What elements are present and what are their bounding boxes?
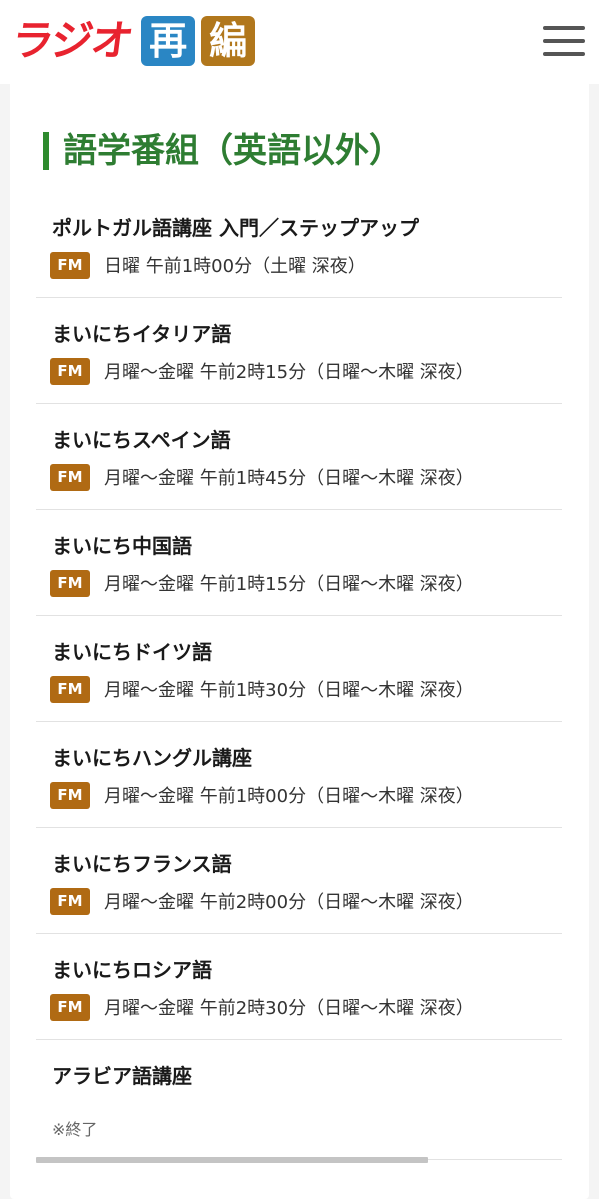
program-name[interactable]: まいにちフランス語 [52,848,232,880]
program-name[interactable]: まいにちドイツ語 [52,636,212,668]
hamburger-menu-icon[interactable] [543,24,585,58]
fm-badge: FM [50,357,90,385]
program-item-spanish[interactable]: まいにちスペイン語 FM 月曜～金曜 午前1時45分（日曜～木曜 深夜） [36,404,562,510]
program-item-russian[interactable]: まいにちロシア語 FM 月曜～金曜 午前2時30分（日曜～木曜 深夜） [36,934,562,1040]
program-name[interactable]: まいにちハングル講座 [52,742,252,774]
program-schedule: 月曜～金曜 午前2時30分（日曜～木曜 深夜） [104,998,474,1019]
program-schedule: 月曜～金曜 午前1時00分（日曜～木曜 深夜） [104,786,474,807]
program-name[interactable]: ポルトガル語講座 入門／ステップアップ [52,212,419,244]
program-name[interactable]: まいにち中国語 [52,530,192,562]
fm-badge: FM [50,463,90,491]
fm-badge: FM [50,569,90,597]
fm-badge: FM [50,675,90,703]
program-schedule-row: FM 月曜～金曜 午前1時15分（日曜～木曜 深夜） [50,568,474,598]
program-item-french[interactable]: まいにちフランス語 FM 月曜～金曜 午前2時00分（日曜～木曜 深夜） [36,828,562,934]
heading-accent-bar [43,132,49,170]
section-heading: 語学番組（英語以外） [43,126,403,176]
program-schedule: 月曜～金曜 午前1時45分（日曜～木曜 深夜） [104,468,474,489]
program-schedule-row: FM 月曜～金曜 午前1時00分（日曜～木曜 深夜） [50,780,474,810]
program-schedule-row: FM 日曜 午前1時00分（土曜 深夜） [50,250,366,280]
program-item-arabic[interactable]: アラビア語講座 ※終了 [36,1040,562,1160]
program-name[interactable]: まいにちロシア語 [52,954,212,986]
program-item-korean[interactable]: まいにちハングル講座 FM 月曜～金曜 午前1時00分（日曜～木曜 深夜） [36,722,562,828]
logo-box-sai: 再 [141,16,196,66]
horizontal-scrollbar[interactable] [36,1157,428,1163]
program-item-german[interactable]: まいにちドイツ語 FM 月曜～金曜 午前1時30分（日曜～木曜 深夜） [36,616,562,722]
program-schedule-row: FM 月曜～金曜 午前1時30分（日曜～木曜 深夜） [50,674,474,704]
menu-line [543,39,585,43]
program-item-italian[interactable]: まいにちイタリア語 FM 月曜～金曜 午前2時15分（日曜～木曜 深夜） [36,298,562,404]
program-schedule: 月曜～金曜 午前1時15分（日曜～木曜 深夜） [104,574,474,595]
program-schedule-row: FM 月曜～金曜 午前1時45分（日曜～木曜 深夜） [50,462,474,492]
program-schedule-row: FM 月曜～金曜 午前2時30分（日曜～木曜 深夜） [50,992,474,1022]
program-item-portuguese[interactable]: ポルトガル語講座 入門／ステップアップ FM 日曜 午前1時00分（土曜 深夜） [36,192,562,298]
program-name[interactable]: まいにちスペイン語 [52,424,231,456]
fm-badge: FM [50,251,90,279]
program-list: ポルトガル語講座 入門／ステップアップ FM 日曜 午前1時00分（土曜 深夜）… [36,192,562,1160]
logo-text: ラジオ [8,16,135,65]
program-name[interactable]: アラビア語講座 [52,1060,192,1092]
content-card: 語学番組（英語以外） ポルトガル語講座 入門／ステップアップ FM 日曜 午前1… [10,84,589,1199]
program-schedule-row: FM 月曜～金曜 午前2時15分（日曜～木曜 深夜） [50,356,474,386]
section-title: 語学番組（英語以外） [63,131,403,171]
program-schedule-row: FM 月曜～金曜 午前2時00分（日曜～木曜 深夜） [50,886,474,916]
menu-line [543,26,585,30]
logo-box-hen: 編 [201,16,256,66]
site-header: ラジオ 再 編 [0,0,599,84]
program-name[interactable]: まいにちイタリア語 [52,318,231,350]
program-item-chinese[interactable]: まいにち中国語 FM 月曜～金曜 午前1時15分（日曜～木曜 深夜） [36,510,562,616]
menu-line [543,52,585,56]
program-schedule: 月曜～金曜 午前1時30分（日曜～木曜 深夜） [104,680,474,701]
program-ended-note: ※終了 [52,1120,98,1139]
fm-badge: FM [50,781,90,809]
program-schedule: 日曜 午前1時00分（土曜 深夜） [104,256,366,277]
site-logo[interactable]: ラジオ 再 編 [9,14,256,68]
program-schedule: 月曜～金曜 午前2時15分（日曜～木曜 深夜） [104,362,474,383]
fm-badge: FM [50,993,90,1021]
program-schedule: 月曜～金曜 午前2時00分（日曜～木曜 深夜） [104,892,474,913]
fm-badge: FM [50,887,90,915]
